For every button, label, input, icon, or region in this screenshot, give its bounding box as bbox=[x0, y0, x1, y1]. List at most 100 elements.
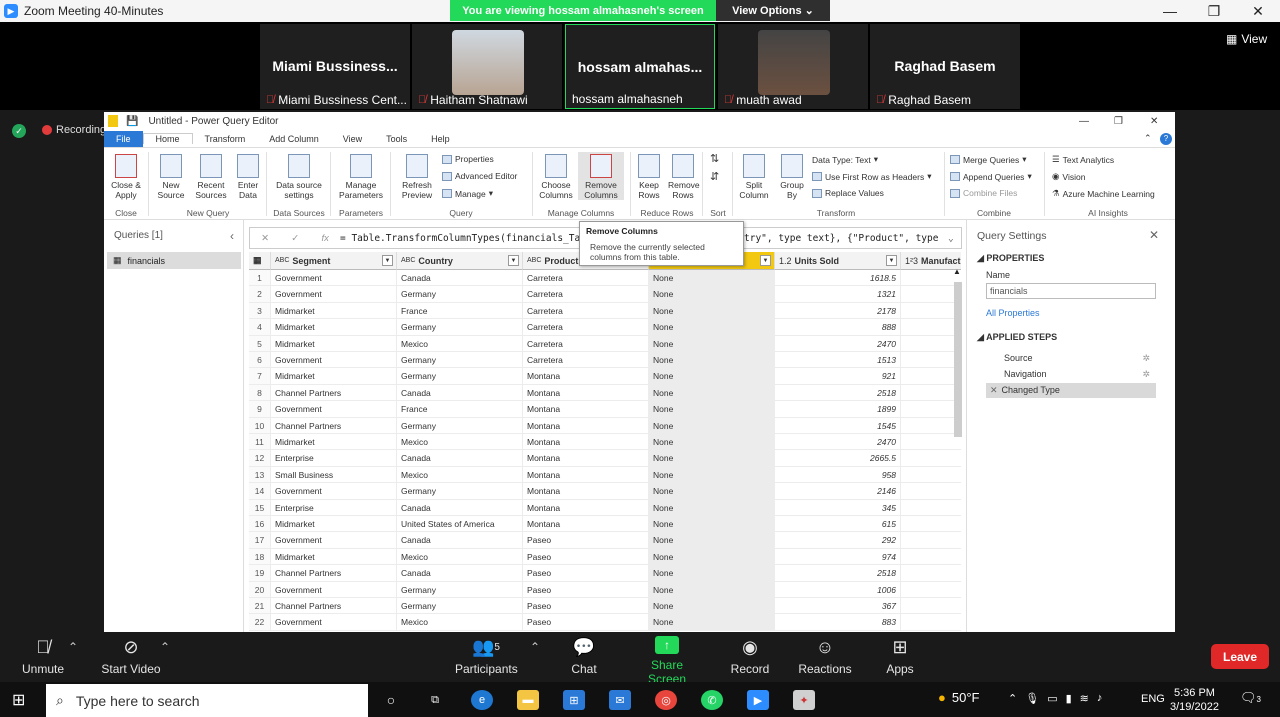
apps-button[interactable]: ⊞ Apps bbox=[882, 636, 918, 677]
audio-options-icon[interactable]: ⌃ bbox=[68, 640, 78, 654]
cell-selected[interactable]: None bbox=[649, 483, 775, 500]
cell-manufacturing[interactable] bbox=[901, 418, 961, 434]
cell-units-sold[interactable]: 2178 bbox=[775, 302, 901, 320]
cell-selected[interactable]: None bbox=[649, 614, 775, 631]
cell-selected[interactable]: None bbox=[649, 581, 775, 598]
cell-country[interactable]: Mexico bbox=[397, 434, 523, 451]
cell-product[interactable]: Paseo bbox=[523, 581, 649, 598]
cell-segment[interactable]: Government bbox=[271, 483, 397, 500]
filter-dropdown-icon[interactable]: ▼ bbox=[886, 255, 897, 266]
collapse-pane-icon[interactable]: ‹ bbox=[230, 229, 234, 243]
cell-segment[interactable]: Channel Partners bbox=[271, 565, 397, 582]
remove-columns-button[interactable]: Remove Columns bbox=[578, 152, 624, 200]
close-settings-icon[interactable]: ✕ bbox=[1149, 228, 1159, 242]
cell-units-sold[interactable]: 1545 bbox=[775, 417, 901, 434]
help-icon[interactable]: ? bbox=[1160, 132, 1172, 145]
table-row[interactable]: 18 Midmarket Mexico Paseo None 974 bbox=[249, 548, 961, 566]
cell-product[interactable]: Montana bbox=[523, 368, 649, 385]
refresh-preview-button[interactable]: Refresh Preview bbox=[396, 154, 438, 200]
properties-section[interactable]: ◢ PROPERTIES bbox=[977, 253, 1044, 264]
close-apply-button[interactable]: Close & Apply bbox=[110, 154, 142, 200]
append-queries-button[interactable]: Append Queries ▾ bbox=[950, 171, 1032, 182]
vertical-scrollbar[interactable]: ▲ bbox=[953, 267, 963, 632]
cell-selected[interactable]: None bbox=[649, 368, 775, 385]
cell-product[interactable]: Paseo bbox=[523, 598, 649, 615]
cell-segment[interactable]: Government bbox=[271, 532, 397, 549]
cell-country[interactable]: Germany bbox=[397, 598, 523, 615]
cell-manufacturing[interactable] bbox=[901, 516, 961, 533]
cell-product[interactable]: Paseo bbox=[523, 565, 649, 582]
step-changed-type[interactable]: ✕ Changed Type bbox=[986, 383, 1156, 398]
table-row[interactable]: 4 Midmarket Germany Carretera None 888 bbox=[249, 319, 961, 336]
cell-product[interactable]: Montana bbox=[523, 450, 649, 467]
cell-segment[interactable]: Midmarket bbox=[271, 335, 397, 352]
query-item-financials[interactable]: ▦ financials bbox=[107, 252, 241, 269]
cell-country[interactable]: Canada bbox=[397, 270, 523, 287]
gear-icon[interactable]: ✲ bbox=[1142, 367, 1150, 382]
cell-country[interactable]: Germany bbox=[397, 417, 523, 434]
cell-country[interactable]: Mexico bbox=[397, 335, 523, 352]
cell-units-sold[interactable]: 921 bbox=[775, 368, 901, 385]
column-header-segment[interactable]: ABC Segment ▼ bbox=[271, 252, 397, 270]
cell-units-sold[interactable]: 1513 bbox=[775, 352, 901, 369]
cell-product[interactable]: Montana bbox=[523, 384, 649, 402]
cell-product[interactable]: Montana bbox=[523, 516, 649, 533]
leave-button[interactable]: Leave bbox=[1211, 644, 1269, 669]
tray-chevron-icon[interactable]: ⌃ bbox=[1008, 692, 1017, 705]
table-row[interactable]: 21 Channel Partners Germany Paseo None 367 bbox=[249, 598, 961, 615]
display-icon[interactable]: ▭ bbox=[1047, 692, 1057, 705]
menu-home[interactable]: Home bbox=[142, 133, 193, 144]
cell-segment[interactable]: Enterprise bbox=[271, 499, 397, 516]
table-row[interactable]: 5 Midmarket Mexico Carretera None 2470 bbox=[249, 335, 961, 352]
cell-product[interactable]: Carretera bbox=[523, 335, 649, 352]
cell-selected[interactable]: None bbox=[649, 286, 775, 303]
cell-manufacturing[interactable] bbox=[901, 319, 961, 336]
merge-queries-button[interactable]: Merge Queries ▾ bbox=[950, 154, 1027, 165]
filter-dropdown-icon[interactable]: ▼ bbox=[382, 255, 393, 266]
cell-segment[interactable]: Midmarket bbox=[271, 319, 397, 336]
split-column-button[interactable]: Split Column bbox=[736, 154, 772, 200]
cell-units-sold[interactable]: 2470 bbox=[775, 434, 901, 451]
view-options-button[interactable]: View Options ⌄ bbox=[716, 0, 830, 21]
table-row[interactable]: 20 Government Germany Paseo None 1006 bbox=[249, 581, 961, 598]
cell-segment[interactable]: Channel Partners bbox=[271, 384, 397, 402]
file-explorer-icon[interactable]: ▬ bbox=[517, 690, 539, 710]
cell-country[interactable]: France bbox=[397, 302, 523, 320]
menu-view[interactable]: View bbox=[331, 134, 374, 144]
cell-selected[interactable]: None bbox=[649, 384, 775, 402]
start-video-button[interactable]: ⊘ Start Video bbox=[100, 636, 162, 677]
cell-units-sold[interactable]: 2518 bbox=[775, 384, 901, 402]
cell-manufacturing[interactable] bbox=[901, 368, 961, 385]
expand-formula-icon[interactable]: ⌄ bbox=[948, 233, 954, 244]
cell-manufacturing[interactable] bbox=[901, 303, 961, 320]
all-properties-link[interactable]: All Properties bbox=[986, 308, 1040, 318]
cell-selected[interactable]: None bbox=[649, 401, 775, 418]
cortana-icon[interactable]: ○ bbox=[380, 690, 402, 710]
restore-icon[interactable]: ❐ bbox=[1194, 0, 1234, 22]
data-source-settings-button[interactable]: Data source settings bbox=[272, 154, 326, 200]
chrome-icon[interactable]: ◎ bbox=[655, 690, 677, 710]
enter-data-button[interactable]: Enter Data bbox=[234, 154, 262, 200]
new-source-button[interactable]: New Source bbox=[154, 154, 188, 200]
cell-selected[interactable]: None bbox=[649, 499, 775, 516]
cell-selected[interactable]: None bbox=[649, 548, 775, 566]
sort-ascending-icon[interactable]: ⇅ bbox=[710, 152, 719, 165]
cell-selected[interactable]: None bbox=[649, 532, 775, 549]
cell-units-sold[interactable]: 888 bbox=[775, 319, 901, 336]
column-header-country[interactable]: ABC Country ▼ bbox=[397, 252, 523, 270]
save-icon[interactable]: 💾 bbox=[126, 116, 138, 127]
table-row[interactable]: 13 Small Business Mexico Montana None 958 bbox=[249, 466, 961, 484]
zoom-taskbar-icon[interactable]: ▶ bbox=[747, 690, 769, 710]
app-icon[interactable]: ✦ bbox=[793, 690, 815, 710]
table-row[interactable]: 1 Government Canada Carretera None 1618.5 bbox=[249, 270, 961, 287]
cell-segment[interactable]: Government bbox=[271, 401, 397, 418]
column-header-manufacturing[interactable]: 1²3Manufactur bbox=[901, 252, 961, 270]
cell-product[interactable]: Montana bbox=[523, 401, 649, 418]
applied-steps-section[interactable]: ◢ APPLIED STEPS bbox=[977, 332, 1057, 343]
filter-dropdown-icon[interactable]: ▼ bbox=[508, 255, 519, 266]
vision-button[interactable]: ◉ Vision bbox=[1052, 171, 1085, 182]
table-row[interactable]: 16 Midmarket United States of America Monta… bbox=[249, 516, 961, 533]
cell-country[interactable]: Canada bbox=[397, 532, 523, 549]
cell-units-sold[interactable]: 1006 bbox=[775, 581, 901, 598]
menu-file[interactable]: File bbox=[104, 130, 143, 147]
